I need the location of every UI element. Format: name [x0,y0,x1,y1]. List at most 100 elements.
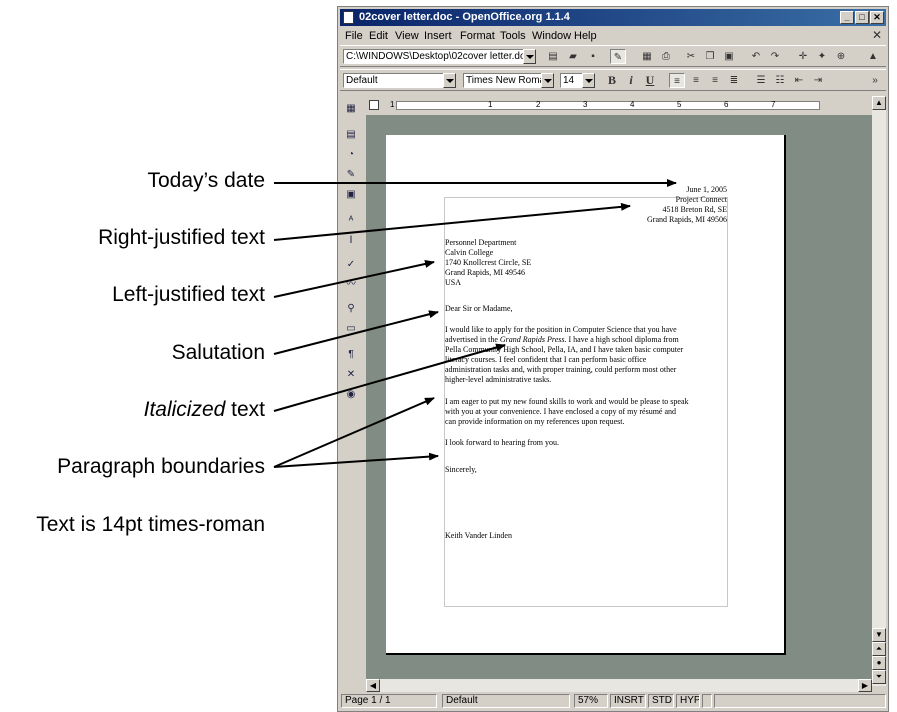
align-center-icon[interactable]: ≡ [688,73,704,88]
hyperlink-icon[interactable]: ⊕ [833,49,849,64]
maximize-button[interactable]: □ [855,11,869,24]
style-dropdown-arrow-icon[interactable] [443,73,456,88]
find-replace-icon[interactable]: ⚲ [344,302,358,316]
main-toolbar: ▦ ▤ ◔ ✎ ▣ ᴬ Ⅰ ✓ 〰 ⚲ ▭ ¶ ✕ ◉ [340,96,362,686]
previous-page-icon[interactable]: ⏶ [872,642,886,656]
insert-object-icon[interactable]: ◔ [344,148,358,162]
print-icon[interactable]: ⎙ [658,49,674,64]
sender-line: Project Connect [675,195,727,204]
align-right-icon[interactable]: ≡ [707,73,723,88]
open-folder-icon[interactable]: ▰ [565,49,581,64]
nonprinting-characters-icon[interactable]: ¶ [344,348,358,362]
form-functions-icon[interactable]: ▣ [344,188,358,202]
spellcheck-icon[interactable]: ✓ [344,258,358,272]
letter-signature: Keith Vander Linden [445,531,512,540]
ruler-number: 1 [488,100,493,109]
next-page-icon[interactable]: ⏷ [872,670,886,684]
paragraph-1-line: I would like to apply for the position i… [445,325,677,334]
bold-button[interactable]: B [604,73,620,88]
callout-font-note: Text is 14pt times-roman [36,513,265,536]
status-page-style[interactable]: Default [442,694,570,708]
function-toolbar: C:\WINDOWS\Desktop\02cover letter.doc ▤ … [340,45,886,67]
ruler-scale [396,101,820,110]
ruler-number: 6 [724,100,729,109]
text-cursor-icon[interactable]: Ⅰ [344,234,358,248]
underline-button[interactable]: U [642,73,658,88]
close-button[interactable]: ✕ [870,11,884,24]
menu-help[interactable]: Help [574,30,597,42]
graphics-off-icon[interactable]: ✕ [344,368,358,382]
status-modified [702,694,712,708]
align-left-icon[interactable]: ≡ [669,73,685,88]
status-hyperlink-mode[interactable]: HYP [676,694,700,708]
recipient-line: Calvin College [445,248,494,257]
scroll-down-icon[interactable]: ▼ [872,628,886,642]
insert-table-icon[interactable]: ▦ [344,102,358,116]
paste-icon[interactable]: ▣ [721,49,737,64]
title-bar[interactable]: 02cover letter.doc - OpenOffice.org 1.1.… [340,9,886,26]
status-insert-mode[interactable]: INSRT [610,694,646,708]
menu-edit[interactable]: Edit [369,30,388,42]
horizontal-scrollbar[interactable]: ◀ ▶ [366,679,872,692]
export-pdf-icon[interactable]: ▦ [639,49,655,64]
stylist-icon[interactable]: ✦ [814,49,830,64]
italic-button[interactable]: i [623,73,639,88]
text-boundary[interactable]: June 1, 2005 Project Connect 4518 Breton… [444,185,728,607]
callout-salutation: Salutation [171,341,265,364]
scroll-left-icon[interactable]: ◀ [366,679,380,692]
status-info [714,694,886,708]
tab-stop-selector-icon[interactable] [369,100,379,110]
paragraph-1-line: advertised in the Grand Rapids Press. I … [445,335,679,345]
insert-fields-icon[interactable]: ▤ [344,128,358,142]
justify-icon[interactable]: ≣ [726,73,742,88]
font-dropdown-arrow-icon[interactable] [541,73,554,88]
gallery-icon[interactable]: ▲ [865,49,881,64]
status-zoom[interactable]: 57% [574,694,608,708]
redo-icon[interactable]: ↷ [767,49,783,64]
document-close-icon[interactable]: ✕ [872,28,882,42]
horizontal-ruler[interactable]: 1 1 2 3 4 5 6 7 [366,98,874,113]
menu-window[interactable]: Window [532,30,571,42]
increase-indent-icon[interactable]: ⇥ [810,73,826,88]
status-bar: Page 1 / 1 Default 57% INSRT STD HYP [340,693,886,709]
sender-line: 4518 Breton Rd, SE [662,205,727,214]
bullets-icon[interactable]: ☷ [772,73,788,88]
cut-icon[interactable]: ✂ [683,49,699,64]
undo-icon[interactable]: ↶ [748,49,764,64]
menu-file[interactable]: File [345,30,363,42]
data-sources-icon[interactable]: ▭ [344,322,358,336]
auto-spellcheck-icon[interactable]: 〰 [344,278,358,292]
menu-tools[interactable]: Tools [500,30,526,42]
load-url-field[interactable]: C:\WINDOWS\Desktop\02cover letter.doc [343,49,525,64]
url-dropdown-arrow-icon[interactable] [523,49,536,64]
minimize-button[interactable]: _ [840,11,854,24]
edit-file-icon[interactable]: ▤ [545,49,561,64]
menu-format[interactable]: Format [460,30,495,42]
status-selection-mode[interactable]: STD [648,694,674,708]
numbering-icon[interactable]: ☰ [753,73,769,88]
callout-left-justified: Left-justified text [112,283,265,306]
autocomplete-icon[interactable]: ᴬ [344,214,358,228]
decrease-indent-icon[interactable]: ⇤ [791,73,807,88]
scroll-up-icon[interactable]: ▲ [872,96,886,110]
letter-date: June 1, 2005 [686,185,727,194]
vertical-scrollbar[interactable]: ▲ ▼ ⏶ ● ⏷ [872,96,886,686]
online-layout-icon[interactable]: ◉ [344,388,358,402]
navigator-icon[interactable]: ✛ [795,49,811,64]
save-icon[interactable]: ▪ [585,49,601,64]
navigation-icon[interactable]: ● [872,656,886,670]
paragraph-style-field[interactable]: Default [343,73,445,88]
italic-newspaper-name: Grand Rapids Press. [499,335,567,344]
toolbar-overflow-icon[interactable]: » [870,73,880,88]
menu-view[interactable]: View [395,30,419,42]
show-draw-functions-icon[interactable]: ✎ [344,168,358,182]
p1-pre: advertised in the [445,335,500,344]
copy-icon[interactable]: ❐ [702,49,718,64]
font-name-field[interactable]: Times New Roman [463,73,543,88]
size-dropdown-arrow-icon[interactable] [582,73,595,88]
document-page[interactable]: June 1, 2005 Project Connect 4518 Breton… [386,135,786,655]
menu-insert[interactable]: Insert [424,30,452,42]
scroll-right-icon[interactable]: ▶ [858,679,872,692]
document-canvas: June 1, 2005 Project Connect 4518 Breton… [366,115,872,679]
edit-mode-icon[interactable]: ✎ [610,49,626,64]
